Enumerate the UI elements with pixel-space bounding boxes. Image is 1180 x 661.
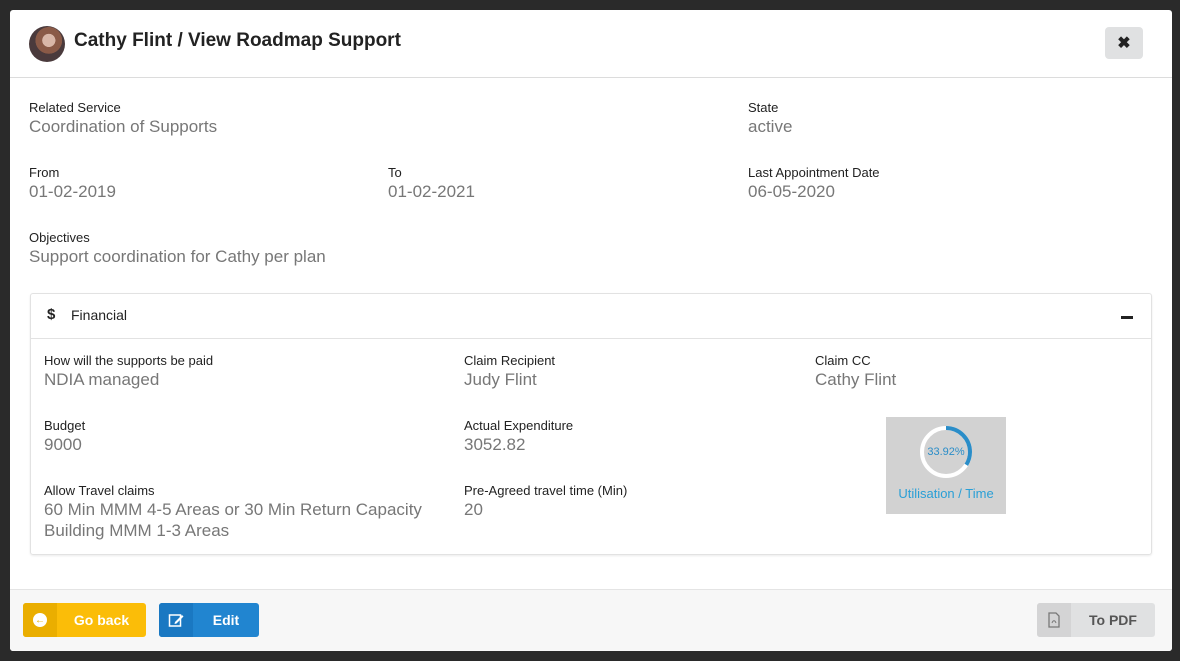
pdf-file-icon [1037,603,1071,637]
to-label: To [388,165,402,180]
last-appointment-field: Last Appointment Date 06-05-2020 [748,165,880,202]
to-pdf-label: To PDF [1089,612,1137,628]
edit-button[interactable]: Edit [159,603,259,637]
payment-field: How will the supports be paid NDIA manag… [44,353,213,390]
to-field: To 01-02-2021 [388,165,475,202]
actual-expenditure-value: 3052.82 [464,435,526,454]
travel-time-label: Pre-Agreed travel time (Min) [464,483,628,498]
claim-cc-value: Cathy Flint [815,370,897,389]
related-service-field: Related Service Coordination of Supports [29,100,217,137]
state-label: State [748,100,779,115]
travel-time-value: 20 [464,500,483,519]
last-appointment-label: Last Appointment Date [748,165,880,180]
dollar-icon: $ [47,306,56,323]
arrow-left-icon: ← [23,603,57,637]
state-value: active [748,117,793,136]
claim-recipient-field: Claim Recipient Judy Flint [464,353,555,390]
from-value: 01-02-2019 [29,182,116,201]
payment-value: NDIA managed [44,370,160,389]
claim-recipient-label: Claim Recipient [464,353,556,368]
utilisation-gauge: 33.92% Utilisation / Time [886,417,1006,514]
modal-header: Cathy Flint / View Roadmap Support ✖ [10,10,1172,78]
utilisation-caption[interactable]: Utilisation / Time [886,486,1006,501]
claim-cc-label: Claim CC [815,353,871,368]
from-label: From [29,165,60,180]
budget-label: Budget [44,418,86,433]
budget-value: 9000 [44,435,82,454]
edit-label: Edit [212,612,240,628]
financial-panel: $ Financial How will the supports be pai… [30,293,1152,555]
travel-time-field: Pre-Agreed travel time (Min) 20 [464,483,627,520]
modal-footer: ← Go back Edit To PDF [10,589,1172,651]
from-field: From 01-02-2019 [29,165,116,202]
modal: Cathy Flint / View Roadmap Support ✖ Rel… [10,10,1172,651]
objectives-value: Support coordination for Cathy per plan [29,247,326,266]
claim-recipient-value: Judy Flint [464,370,537,389]
go-back-button[interactable]: ← Go back [23,603,146,637]
page-title: Cathy Flint / View Roadmap Support [74,30,401,51]
go-back-label: Go back [73,612,130,628]
close-button[interactable]: ✖ [1105,27,1143,59]
financial-panel-header[interactable]: $ Financial [31,294,1151,339]
payment-label: How will the supports be paid [44,353,214,368]
related-service-label: Related Service [29,100,121,115]
minus-icon[interactable] [1121,316,1133,319]
close-icon: ✖ [1117,35,1131,52]
to-pdf-button[interactable]: To PDF [1037,603,1155,637]
related-service-value: Coordination of Supports [29,117,218,136]
actual-expenditure-label: Actual Expenditure [464,418,574,433]
utilisation-percent: 33.92% [927,446,965,458]
travel-claims-value-line1: 60 Min MMM 4-5 Areas or 30 Min Return Ca… [44,500,422,519]
claim-cc-field: Claim CC Cathy Flint [815,353,896,390]
budget-field: Budget 9000 [44,418,85,455]
to-value: 01-02-2021 [388,182,475,201]
travel-claims-field: Allow Travel claims 60 Min MMM 4-5 Areas… [44,483,454,541]
actual-expenditure-field: Actual Expenditure 3052.82 [464,418,573,455]
objectives-field: Objectives Support coordination for Cath… [29,230,326,267]
avatar [29,26,65,62]
objectives-label: Objectives [29,230,90,245]
edit-icon [159,603,193,637]
state-field: State active [748,100,792,137]
travel-claims-value-line2: Building MMM 1-3 Areas [44,521,230,540]
financial-title: Financial [71,307,128,323]
travel-claims-label: Allow Travel claims [44,483,155,498]
last-appointment-value: 06-05-2020 [748,182,835,201]
